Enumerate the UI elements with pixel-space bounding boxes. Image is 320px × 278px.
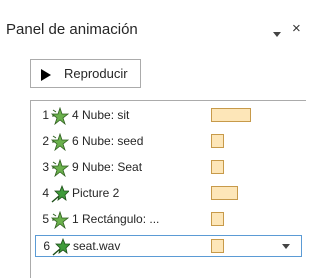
- emphasis-effect-icon: [50, 210, 70, 230]
- animation-order-number: 3: [42, 160, 49, 174]
- animation-order-number: 2: [42, 134, 49, 148]
- entrance-effect-icon: [51, 184, 70, 203]
- timing-bar[interactable]: [211, 239, 224, 253]
- animation-item-label: 6 Nube: seed: [72, 134, 144, 148]
- entrance-effect-icon: [52, 237, 71, 256]
- play-button[interactable]: Reproducir: [30, 59, 141, 88]
- animation-list-item[interactable]: 3 9 Nube: Seat: [35, 157, 302, 179]
- chevron-down-icon[interactable]: [270, 27, 284, 37]
- animation-pane: Panel de animación × Reproducir 1 4 Nube…: [0, 0, 306, 278]
- timing-bar[interactable]: [211, 212, 224, 226]
- animation-list-item[interactable]: 5 1 Rectángulo: ...: [35, 209, 302, 231]
- animation-list: 1 4 Nube: sit 2 6 Nube: seed 3 9 Nube: S…: [30, 100, 306, 278]
- animation-list-item-selected[interactable]: 6 seat.wav: [35, 235, 302, 257]
- animation-item-label: Picture 2: [72, 186, 120, 200]
- animation-item-label: 1 Rectángulo: ...: [72, 212, 160, 226]
- timing-bar[interactable]: [211, 134, 224, 148]
- play-button-label: Reproducir: [64, 66, 128, 81]
- timing-bar[interactable]: [211, 186, 238, 200]
- pane-title-bar: Panel de animación ×: [0, 0, 306, 38]
- animation-order-number: 1: [42, 108, 49, 122]
- animation-list-item[interactable]: 4 Picture 2: [35, 183, 302, 205]
- animation-order-number: 4: [42, 186, 49, 200]
- emphasis-effect-icon: [50, 106, 70, 126]
- animation-order-number: 5: [42, 212, 49, 226]
- animation-order-number: 6: [43, 239, 50, 253]
- emphasis-effect-icon: [50, 158, 70, 178]
- timing-bar[interactable]: [211, 160, 224, 174]
- close-icon[interactable]: ×: [292, 20, 306, 38]
- animation-item-label: 9 Nube: Seat: [72, 160, 143, 174]
- timing-bar[interactable]: [211, 108, 251, 122]
- animation-list-item[interactable]: 2 6 Nube: seed: [35, 131, 302, 153]
- pane-title: Panel de animación: [6, 21, 138, 38]
- chevron-down-icon[interactable]: [278, 239, 294, 253]
- animation-item-label: seat.wav: [73, 239, 121, 253]
- animation-item-label: 4 Nube: sit: [72, 108, 130, 122]
- play-icon: [40, 68, 52, 81]
- animation-list-item[interactable]: 1 4 Nube: sit: [35, 105, 302, 127]
- emphasis-effect-icon: [50, 132, 70, 152]
